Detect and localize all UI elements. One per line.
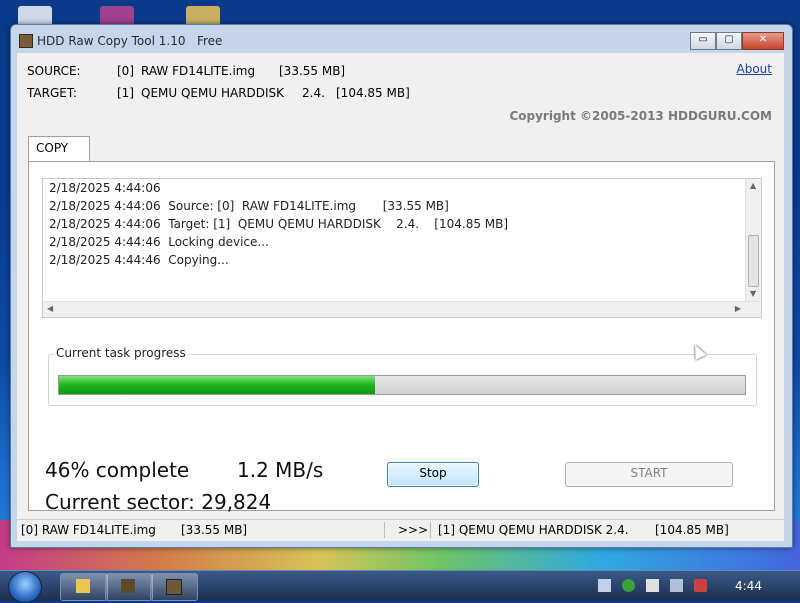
- status-arrow: >>>: [398, 523, 429, 537]
- app-window: HDD Raw Copy Tool 1.10 Free ▭ ▢ ✕ SOURCE…: [10, 24, 793, 548]
- window-title: HDD Raw Copy Tool 1.10 Free: [37, 34, 223, 48]
- progress-fill: [59, 376, 375, 394]
- taskbar-app[interactable]: [105, 573, 153, 601]
- copyright-text: Copyright ©2005-2013 HDDGURU.COM: [509, 109, 772, 123]
- status-source: [0] RAW FD14LITE.img: [21, 523, 156, 537]
- folder-icon: [76, 579, 90, 593]
- log-line: 2/18/2025 4:44:46 Locking device...: [49, 235, 269, 249]
- scroll-up-icon[interactable]: ▲: [750, 181, 756, 190]
- vertical-scrollbar[interactable]: ▲ ▼: [745, 179, 761, 301]
- desktop-icon[interactable]: [100, 6, 134, 26]
- source-size: [33.55 MB]: [279, 64, 346, 78]
- app-icon: [121, 579, 135, 593]
- current-sector: Current sector: 29,824: [45, 490, 272, 514]
- about-link[interactable]: About: [737, 62, 772, 76]
- scroll-down-icon[interactable]: ▼: [750, 289, 756, 298]
- target-size: [104.85 MB]: [336, 86, 410, 100]
- hdd-icon: [166, 579, 182, 595]
- status-bar: [0] RAW FD14LITE.img [33.55 MB] >>> [1] …: [17, 519, 784, 540]
- scroll-thumb[interactable]: [748, 235, 759, 287]
- horizontal-scrollbar[interactable]: ◀ ▶: [43, 301, 761, 317]
- clock[interactable]: 4:44: [735, 579, 762, 593]
- scroll-left-icon[interactable]: ◀: [47, 304, 53, 313]
- start-button-icon[interactable]: [8, 571, 42, 603]
- status-target: [1] QEMU QEMU HARDDISK 2.4.: [438, 523, 629, 537]
- close-button[interactable]: ✕: [742, 32, 784, 50]
- status-divider: [384, 522, 385, 538]
- desktop-icon[interactable]: [18, 6, 52, 26]
- status-source-size: [33.55 MB]: [181, 523, 248, 537]
- taskbar-explorer[interactable]: [60, 573, 108, 601]
- stop-button[interactable]: Stop: [387, 462, 479, 487]
- source-label: SOURCE:: [27, 64, 81, 78]
- title-bar[interactable]: HDD Raw Copy Tool 1.10 Free ▭ ▢ ✕: [11, 25, 792, 53]
- transfer-speed: 1.2 MB/s: [237, 458, 324, 482]
- network-icon[interactable]: [670, 579, 683, 592]
- log-box[interactable]: 2/18/2025 4:44:06 2/18/2025 4:44:06 Sour…: [42, 178, 762, 318]
- target-index: [1]: [117, 86, 134, 100]
- progress-group: Current task progress: [48, 346, 757, 406]
- volume-muted-icon[interactable]: [694, 579, 707, 592]
- tab-copy[interactable]: COPY: [28, 136, 90, 161]
- security-icon[interactable]: [622, 579, 635, 592]
- progress-label: Current task progress: [54, 346, 188, 360]
- target-row: TARGET: [1] QEMU QEMU HARDDISK 2.4. [104…: [27, 86, 410, 100]
- source-name: RAW FD14LITE.img: [141, 64, 256, 78]
- desktop-icon[interactable]: [186, 6, 220, 26]
- log-line: 2/18/2025 4:44:06: [49, 181, 161, 195]
- status-divider: [430, 522, 431, 538]
- start-button[interactable]: START: [565, 462, 733, 487]
- log-line: 2/18/2025 4:44:46 Copying...: [49, 253, 229, 267]
- scroll-right-icon[interactable]: ▶: [735, 304, 741, 313]
- target-label: TARGET:: [27, 86, 77, 100]
- percent-complete: 46% complete: [45, 458, 190, 482]
- document-icon[interactable]: [598, 579, 611, 592]
- source-index: [0]: [117, 64, 134, 78]
- log-line: 2/18/2025 4:44:06 Source: [0] RAW FD14LI…: [49, 199, 449, 213]
- window-client: SOURCE: [0] RAW FD14LITE.img [33.55 MB] …: [17, 53, 784, 541]
- status-target-size: [104.85 MB]: [655, 523, 729, 537]
- progress-bar: [58, 375, 746, 395]
- source-row: SOURCE: [0] RAW FD14LITE.img [33.55 MB]: [27, 64, 345, 78]
- target-rev: 2.4.: [302, 86, 325, 100]
- taskbar: 4:44: [0, 570, 800, 603]
- maximize-button[interactable]: ▢: [716, 32, 742, 50]
- flag-icon[interactable]: [646, 579, 659, 592]
- app-icon: [19, 34, 33, 48]
- log-line: 2/18/2025 4:44:06 Target: [1] QEMU QEMU …: [49, 217, 509, 231]
- target-name: QEMU QEMU HARDDISK: [141, 86, 285, 100]
- taskbar-hddrawcopy[interactable]: [150, 573, 198, 601]
- minimize-button[interactable]: ▭: [690, 32, 716, 50]
